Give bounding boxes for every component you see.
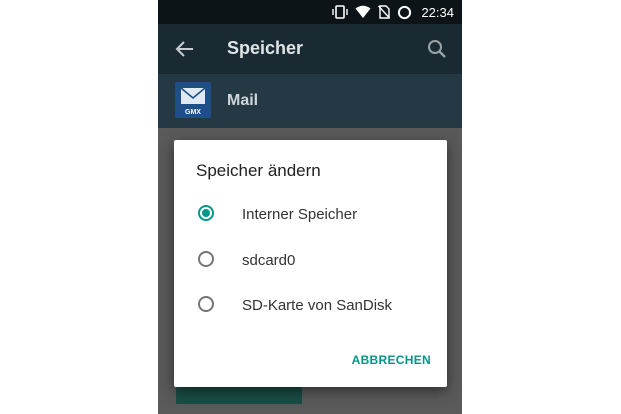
- option-sdcard0[interactable]: sdcard0: [174, 240, 447, 280]
- option-sd-card-sandisk[interactable]: SD-Karte von SanDisk: [174, 285, 447, 325]
- mail-app-icon: GMX: [175, 82, 211, 118]
- envelope-icon: [180, 87, 206, 104]
- app-icon-label: GMX: [185, 109, 201, 116]
- status-bar: 22:34: [158, 0, 462, 24]
- option-label: sdcard0: [242, 252, 296, 269]
- option-internal-storage[interactable]: Interner Speicher: [174, 194, 447, 234]
- radio-button[interactable]: [198, 296, 214, 312]
- app-header: GMX Mail: [158, 74, 462, 128]
- radio-button[interactable]: [198, 251, 214, 267]
- phone-screen: 22:34 Speicher GMX Mail Speicher ändern: [158, 0, 462, 414]
- page-title: Speicher: [227, 38, 304, 58]
- status-time: 22:34: [421, 4, 454, 20]
- radio-button-checked[interactable]: [198, 205, 214, 221]
- option-label: Interner Speicher: [242, 206, 358, 223]
- dialog-title: Speicher ändern: [196, 161, 321, 180]
- back-arrow-icon[interactable]: [174, 38, 196, 60]
- storage-dialog: Speicher ändern Interner Speicher sdcard…: [174, 140, 447, 387]
- no-sim-icon: [378, 5, 391, 19]
- battery-saver-icon: [398, 5, 412, 19]
- status-icons: 22:34: [332, 3, 454, 21]
- wifi-icon: [355, 5, 371, 18]
- toolbar: Speicher: [158, 24, 462, 74]
- vibrate-icon: [332, 5, 349, 19]
- search-icon[interactable]: [426, 38, 448, 60]
- option-label: SD-Karte von SanDisk: [242, 297, 393, 314]
- app-name: Mail: [227, 92, 259, 109]
- cancel-button[interactable]: ABBRECHEN: [352, 353, 431, 367]
